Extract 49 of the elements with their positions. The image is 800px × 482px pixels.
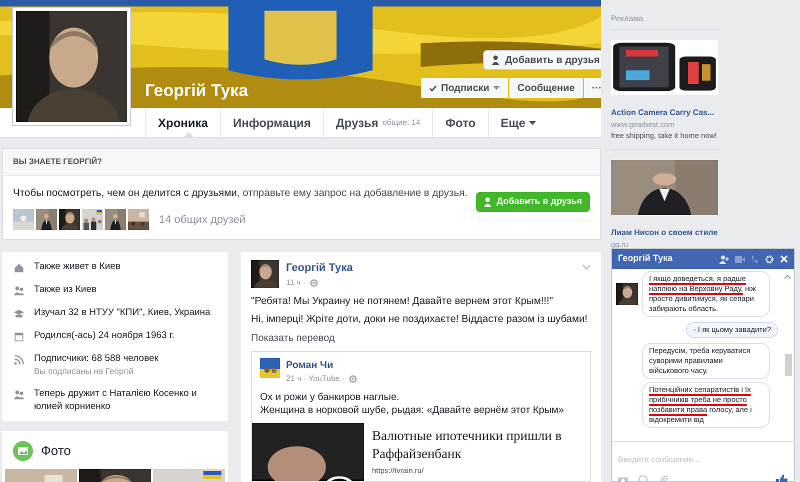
shared-meta: 21 ч · YouTube · (286, 372, 345, 384)
intro-item: Также из Киев (34, 283, 97, 296)
link-title[interactable]: Валютные ипотечники пришли в Раффайзенбанк (372, 426, 590, 462)
add-friend-icon (484, 196, 493, 207)
globe-icon (348, 374, 357, 382)
intro-item: Родился(-ась) 24 ноября 1963 г. (34, 329, 174, 342)
home-icon (13, 262, 25, 274)
emoji-icon[interactable] (638, 475, 648, 482)
profile-tab[interactable]: Информация (220, 108, 323, 137)
shared-text: Женщина в норковой шубе, рыдая: «Давайте вернём этот Крым» (260, 404, 565, 416)
profile-tab[interactable]: Друзья общие: 14 (322, 108, 432, 137)
intro-item: Подписчики: 68 588 человек (34, 352, 158, 365)
post-menu-icon[interactable] (582, 264, 591, 270)
settings-icon[interactable] (765, 254, 774, 264)
photo-icon (13, 440, 33, 461)
message-input[interactable]: Введите сообщение... (618, 454, 788, 466)
video-camera-icon[interactable] (735, 256, 745, 262)
ads-title: Реклама (611, 13, 718, 30)
request-text: Чтобы посмотреть, чем он делится с друзьями, отправьте ему запрос на добавление в друзья. (13, 187, 468, 201)
attachment-icon[interactable] (658, 475, 668, 482)
globe-icon (310, 278, 318, 286)
card-title: ВЫ ЗНАЕТЕ ГЕОРГІЙ? (13, 156, 102, 168)
post-text: Ні, імперці! Жріте доти, доки не поздихаєте! Віддасте разом із шубами! (251, 312, 588, 326)
camera-icon[interactable] (618, 476, 628, 482)
translate-link[interactable]: Показать перевод (251, 330, 591, 346)
post-author[interactable]: Георгій Тука (286, 260, 353, 276)
people-icon (13, 285, 25, 297)
intro-subtext: Вы подписаны на Георгій (34, 365, 134, 378)
intro-item: Теперь дружит с Наталією Косенко и юлией корниенко (34, 386, 198, 413)
scrollbar[interactable] (785, 354, 792, 376)
profile-tab[interactable]: Фото (432, 108, 488, 137)
ad-title[interactable]: Лиам Нисон о своем стиле (611, 227, 718, 240)
intro-item: Изучал 32 в НТУУ "КПИ", Киев, Украина (34, 306, 210, 319)
close-icon[interactable] (780, 255, 788, 263)
profile-tab[interactable]: Еще (488, 108, 548, 137)
ad-title[interactable]: Action Camera Carry Cas... (611, 107, 718, 119)
people-icon (13, 388, 25, 401)
school-icon (13, 308, 25, 320)
rss-icon (13, 354, 25, 366)
photos-title: Фото (41, 442, 71, 460)
add-person-icon[interactable] (719, 254, 729, 264)
shared-author[interactable]: Роман Чи (286, 358, 357, 372)
scroll-up-icon[interactable] (784, 275, 791, 279)
calendar-icon (13, 331, 25, 343)
phone-icon[interactable] (751, 255, 759, 263)
intro-item: Также живет в Киев (34, 260, 121, 273)
shared-text: Ох и рожи у банкиров наглые. (260, 390, 400, 404)
profile-tab[interactable]: Хроника (145, 108, 220, 137)
post-text: "Ребята! Мы Украину не потянем! Давайте вернем этот Крым!!!" (251, 294, 553, 308)
